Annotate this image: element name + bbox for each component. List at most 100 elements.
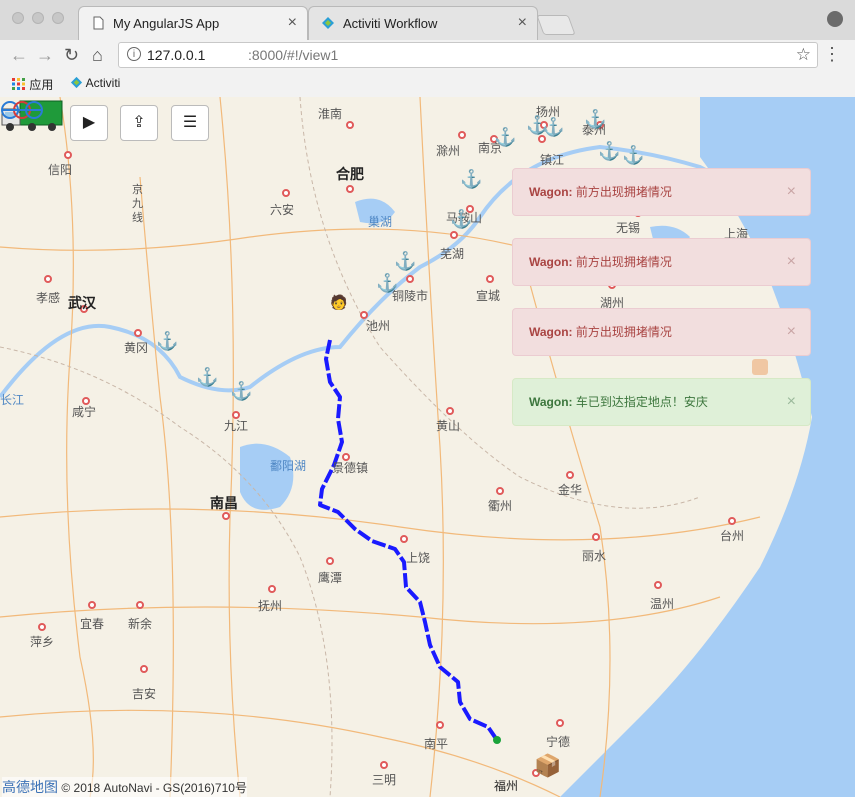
bookmark-label: Activiti xyxy=(85,76,121,90)
amap-brand-logo[interactable]: 高德地图 xyxy=(2,779,58,795)
site-info-icon[interactable]: i xyxy=(127,47,141,61)
tab-close-button[interactable]: × xyxy=(518,14,527,32)
alert-close-button[interactable]: × xyxy=(787,309,796,355)
window-minimize-dot[interactable] xyxy=(32,12,44,24)
browser-menu-icon[interactable]: ⋮ xyxy=(823,44,841,65)
city-label: 抚州 xyxy=(258,599,283,613)
alert-close-button[interactable]: × xyxy=(787,379,796,425)
city-label: 三明 xyxy=(372,773,397,787)
city-label: 上饶 xyxy=(406,551,431,565)
address-bar[interactable]: i 127.0.0.1 :8000/#!/view1 ☆ xyxy=(118,42,818,68)
anchor-icon[interactable]: ⚓ xyxy=(584,109,606,130)
menu-button[interactable]: ☰ xyxy=(171,105,209,141)
apps-grid-icon xyxy=(12,78,25,90)
alert-label: Wagon: xyxy=(529,325,573,339)
bookmarks-bar: 应用 Activiti xyxy=(0,72,855,98)
province-border xyxy=(0,346,333,797)
activiti-diamond-icon xyxy=(70,76,83,89)
city-label: 九江 xyxy=(224,419,249,433)
city-label: 南平 xyxy=(424,737,449,751)
city-label: 合肥 xyxy=(336,166,364,182)
anchor-icon[interactable]: ⚓ xyxy=(460,169,482,190)
city-label: 衢州 xyxy=(488,499,513,513)
city-label: 宁德 xyxy=(546,735,571,749)
person-marker-icon[interactable] xyxy=(752,359,768,375)
alert-congestion: Wagon: 前方出现拥堵情况 × xyxy=(512,168,811,216)
city-label: 宜春 xyxy=(80,617,105,631)
package-icon[interactable]: 📦 xyxy=(534,753,561,779)
anchor-icon[interactable]: ⚓ xyxy=(622,145,644,166)
city-label: 景德镇 xyxy=(332,461,369,475)
alert-message: 前方出现拥堵情况 xyxy=(575,185,672,199)
driver-icon[interactable]: 🧑 xyxy=(330,294,347,311)
road xyxy=(59,97,94,797)
city-label: 武汉 xyxy=(68,295,96,311)
city-label: 淮南 xyxy=(318,107,343,121)
tab-title: Activiti Workflow xyxy=(343,16,438,31)
forward-arrow-icon[interactable]: → xyxy=(36,45,54,66)
poyang-lake xyxy=(240,443,294,510)
city-label: 咸宁 xyxy=(72,405,97,419)
anchor-icon[interactable]: ⚓ xyxy=(394,251,416,272)
anchor-icon[interactable]: ⚓ xyxy=(156,331,178,352)
window-zoom-dot[interactable] xyxy=(52,12,64,24)
road xyxy=(419,97,444,797)
alert-label: Wagon: xyxy=(529,185,573,199)
river-label: 长江 xyxy=(0,393,25,407)
anchor-icon[interactable]: ⚓ xyxy=(598,141,620,162)
city-label: 滁州 xyxy=(436,144,461,158)
city-label: 孝感 xyxy=(36,291,61,305)
lake-label: 巢湖 xyxy=(368,215,393,229)
city-label: 台州 xyxy=(720,529,745,543)
map-copyright: 高德地图 © 2018 AutoNavi - GS(2016)710号 xyxy=(2,777,247,797)
anchor-icon[interactable]: ⚓ xyxy=(542,117,564,138)
page-icon xyxy=(93,16,104,30)
city-label: 萍乡 xyxy=(30,635,55,649)
railway-label: 京九线 xyxy=(132,184,143,224)
city-label: 六安 xyxy=(270,203,295,217)
city-label: 吉安 xyxy=(132,687,157,701)
alert-message: 前方出现拥堵情况 xyxy=(575,325,672,339)
city-label: 福州 xyxy=(494,779,519,793)
city-label: 镇江 xyxy=(540,153,565,167)
browser-tab-bar: My AngularJS App × Activiti Workflow × xyxy=(0,0,855,40)
tab-close-button[interactable]: × xyxy=(288,14,297,32)
new-tab-button[interactable] xyxy=(536,15,576,35)
anchor-icon[interactable]: ⚓ xyxy=(196,367,218,388)
tab-activiti-workflow[interactable]: Activiti Workflow × xyxy=(308,6,538,40)
activiti-diamond-icon xyxy=(322,17,334,29)
play-button[interactable]: ▶ xyxy=(70,105,108,141)
browser-toolbar: ← → ↻ ⌂ i 127.0.0.1 :8000/#!/view1 ☆ ⋮ xyxy=(0,40,855,72)
city-label: 池州 xyxy=(366,319,391,333)
window-close-dot[interactable] xyxy=(12,12,24,24)
bookmark-activiti[interactable]: Activiti xyxy=(70,76,120,90)
city-label: 黄山 xyxy=(436,419,461,433)
anchor-icon[interactable]: ⚓ xyxy=(230,381,252,402)
back-arrow-icon[interactable]: ← xyxy=(10,45,28,66)
reload-icon[interactable]: ↻ xyxy=(64,45,79,66)
bookmark-label: 应用 xyxy=(29,78,54,92)
anchor-icon[interactable]: ⚓ xyxy=(494,127,516,148)
city-label: 芜湖 xyxy=(440,247,465,261)
road xyxy=(0,596,721,625)
route-end-marker xyxy=(493,736,501,744)
alert-close-button[interactable]: × xyxy=(787,239,796,285)
alert-close-button[interactable]: × xyxy=(787,169,796,215)
bookmark-star-icon[interactable]: ☆ xyxy=(796,45,811,65)
profile-avatar-icon[interactable] xyxy=(827,11,843,27)
alert-congestion: Wagon: 前方出现拥堵情况 × xyxy=(512,238,811,286)
alert-congestion: Wagon: 前方出现拥堵情况 × xyxy=(512,308,811,356)
upload-button[interactable]: ⇪ xyxy=(120,105,158,141)
map-view[interactable]: 淮南 扬州 信阳 合肥 滁州 南京 镇江 泰州 六安 巢湖 马鞍山 芜湖 无锡 … xyxy=(0,97,855,797)
url-path: :8000/#!/view1 xyxy=(248,47,339,63)
tab-my-angularjs-app[interactable]: My AngularJS App × xyxy=(78,6,308,40)
alert-label: Wagon: xyxy=(529,395,573,409)
home-icon[interactable]: ⌂ xyxy=(92,45,103,66)
route-line xyxy=(318,339,499,742)
copyright-text: © 2018 AutoNavi - GS(2016)710号 xyxy=(61,781,247,795)
alert-message: 前方出现拥堵情况 xyxy=(575,255,672,269)
anchor-icon[interactable]: ⚓ xyxy=(450,209,472,230)
anchor-icon[interactable]: ⚓ xyxy=(376,273,398,294)
bookmark-apps[interactable]: 应用 xyxy=(12,76,53,93)
city-label: 金华 xyxy=(558,483,583,497)
